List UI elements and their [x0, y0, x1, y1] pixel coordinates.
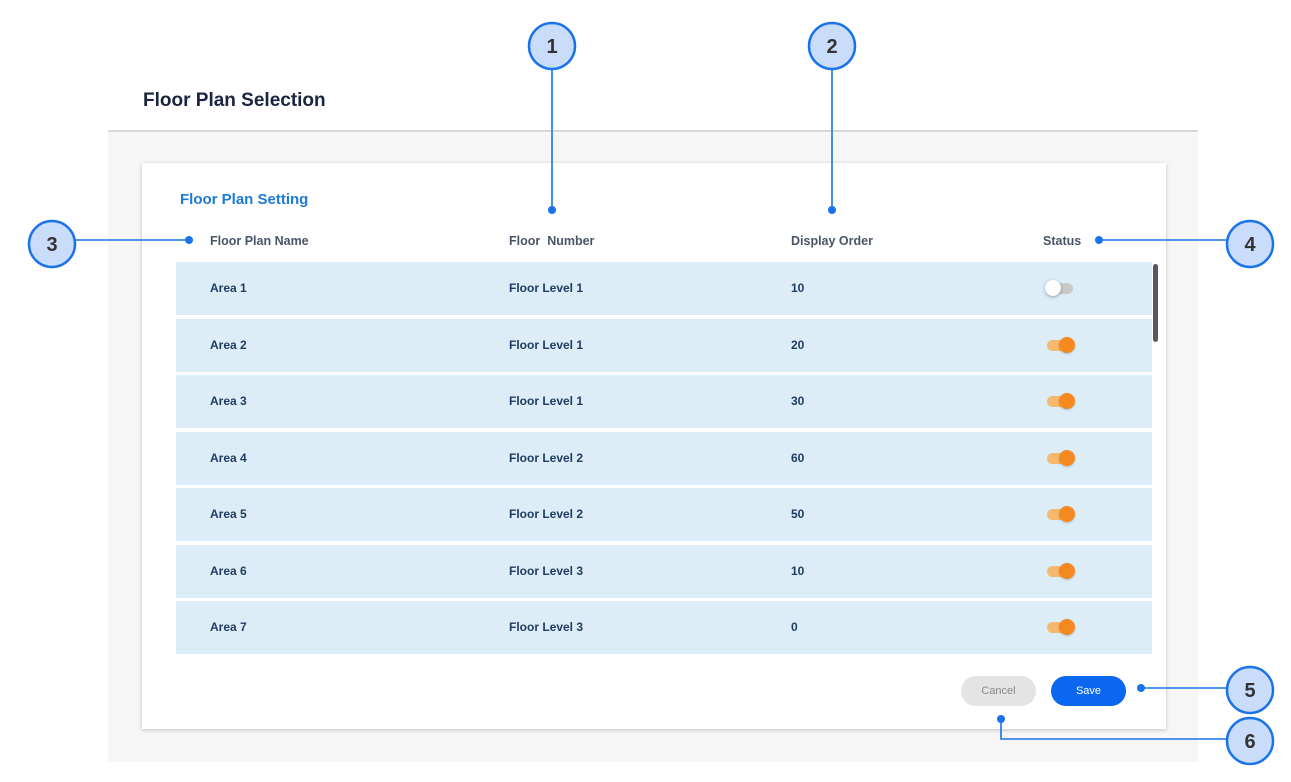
floor-number-cell: Floor Level 3 — [509, 563, 584, 578]
status-toggle[interactable] — [1045, 618, 1077, 636]
status-toggle[interactable] — [1045, 279, 1077, 297]
floor-plan-name-cell: Area 3 — [210, 394, 247, 408]
floor-number-cell: Floor Level 3 — [509, 620, 584, 634]
status-toggle[interactable] — [1045, 392, 1077, 410]
display-order-cell: 60 — [791, 450, 805, 465]
page-title: Floor Plan Selection — [143, 90, 326, 111]
floor-plan-name-cell: Area 5 — [210, 507, 247, 521]
table-row: Area 4 Floor Level 2 60 — [176, 431, 1152, 485]
display-order-cell: 0 — [791, 620, 798, 634]
card-title: Floor Plan Setting — [180, 191, 309, 208]
floor-number-cell: Floor Level 2 — [509, 507, 584, 521]
callout-5-badge — [1225, 665, 1275, 715]
callout-3-number: 3 — [46, 234, 57, 256]
table-row: Area 1 Floor Level 1 10 — [176, 262, 1152, 315]
callout-4-badge — [1225, 219, 1275, 269]
floor-plan-name-cell: Area 1 — [210, 281, 247, 295]
table-row: Area 5 Floor Level 2 50 — [176, 488, 1152, 541]
list-scrollbar[interactable] — [1153, 264, 1158, 342]
floor-number-cell: Floor Level 2 — [509, 450, 584, 465]
display-order-cell: 10 — [791, 281, 805, 295]
callout-6-badge — [1225, 716, 1275, 766]
floor-plan-name-cell: Area 6 — [210, 563, 247, 578]
callout-2-badge — [807, 21, 857, 71]
table-row: Area 3 Floor Level 1 30 — [176, 375, 1152, 428]
status-toggle[interactable] — [1045, 336, 1077, 354]
column-header-display-order: Display Order — [791, 234, 873, 248]
floor-plan-list: Area 1 Floor Level 1 10 Area 2 Floor Lev… — [176, 262, 1152, 658]
callout-2-number: 2 — [826, 36, 837, 58]
floor-number-cell: Floor Level 1 — [509, 281, 584, 295]
display-order-cell: 30 — [791, 394, 805, 408]
floor-plan-setting-card: Floor Plan Setting Floor Plan Name Floor… — [142, 163, 1166, 729]
save-button[interactable]: Save — [1051, 676, 1126, 706]
cancel-button[interactable]: Cancel — [961, 676, 1036, 706]
callout-3-badge — [27, 219, 77, 269]
callout-1-badge — [527, 21, 577, 71]
floor-plan-name-cell: Area 4 — [210, 450, 247, 465]
callout-4-number: 4 — [1244, 234, 1256, 256]
floor-number-cell: Floor Level 1 — [509, 337, 584, 352]
column-header-floor-number: Floor Number — [509, 234, 595, 248]
table-row: Area 2 Floor Level 1 20 — [176, 318, 1152, 372]
display-order-cell: 10 — [791, 563, 805, 578]
status-toggle[interactable] — [1045, 449, 1077, 467]
column-header-floor-plan-name: Floor Plan Name — [210, 234, 309, 248]
callout-6-number: 6 — [1244, 731, 1255, 753]
display-order-cell: 20 — [791, 337, 805, 352]
callout-5-number: 5 — [1244, 680, 1255, 702]
status-toggle[interactable] — [1045, 562, 1077, 580]
callout-1-number: 1 — [546, 36, 557, 58]
display-order-cell: 50 — [791, 507, 805, 521]
column-header-status: Status — [1043, 234, 1082, 248]
floor-plan-name-cell: Area 2 — [210, 337, 247, 352]
table-row: Area 7 Floor Level 3 0 — [176, 601, 1152, 654]
floor-number-cell: Floor Level 1 — [509, 394, 584, 408]
table-row: Area 6 Floor Level 3 10 — [176, 544, 1152, 598]
status-toggle[interactable] — [1045, 505, 1077, 523]
floor-plan-name-cell: Area 7 — [210, 620, 247, 634]
